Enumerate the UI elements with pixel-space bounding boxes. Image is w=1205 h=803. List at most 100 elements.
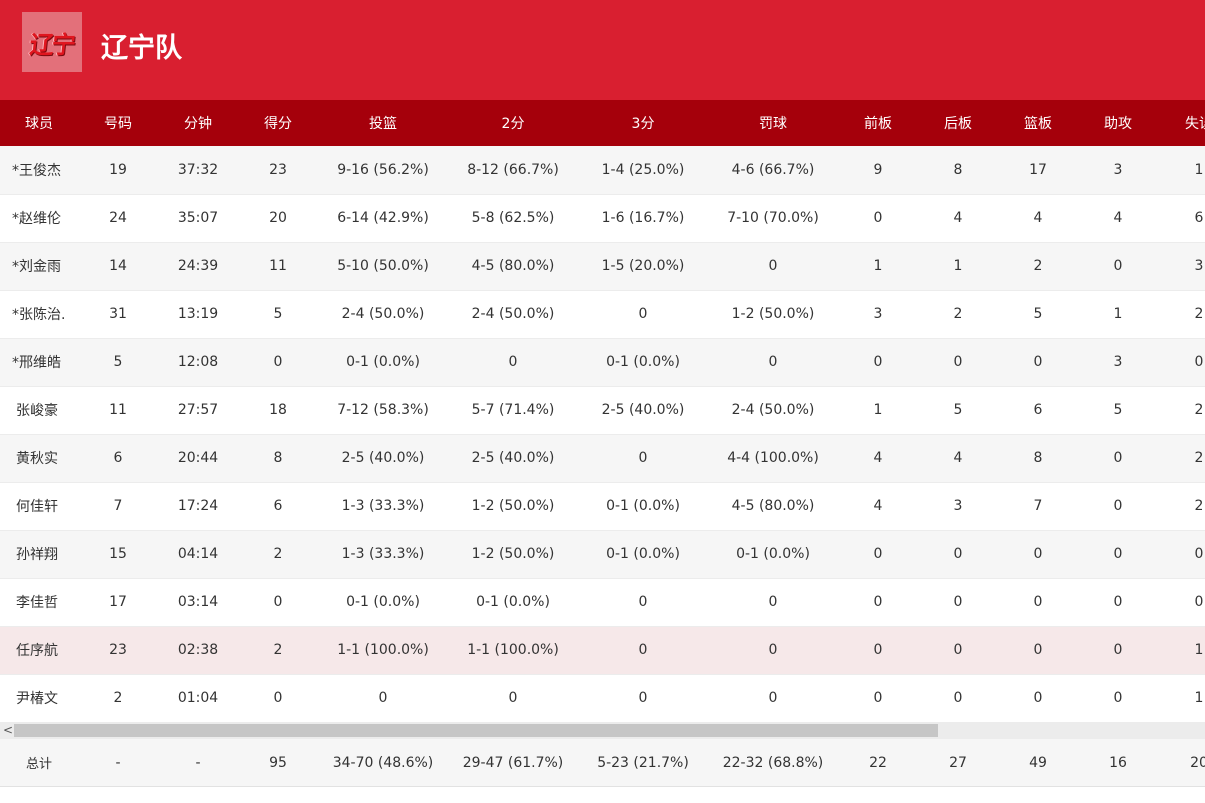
stat-cell: 4 <box>1078 194 1158 243</box>
stat-cell: 2 <box>238 530 318 579</box>
team-logo: 辽宁 <box>22 12 82 72</box>
stat-cell: 1 <box>838 386 918 435</box>
stat-cell: 0 <box>1078 482 1158 531</box>
stat-cell: 0 <box>998 338 1078 387</box>
totals-cell: 27 <box>918 739 998 786</box>
stat-cell: 11 <box>78 386 158 435</box>
stat-cell: 0 <box>838 578 918 627</box>
stat-cell: 2 <box>238 626 318 675</box>
stat-cell: 3 <box>918 482 998 531</box>
stat-cell: 1-2 (50.0%) <box>708 290 838 339</box>
stat-cell: 0 <box>1078 242 1158 291</box>
totals-row-container: 总计 - -95 34-70 (48.6%) 29-47 (61.7%) 5-23 (21… <box>0 739 1205 787</box>
column-header: 得分 <box>264 116 292 132</box>
totals-cell: 49 <box>998 739 1078 786</box>
stat-cell: 20 <box>238 194 318 243</box>
stat-cell: 4 <box>918 194 998 243</box>
stat-cell: 0 <box>708 242 838 291</box>
table-header-row: 球员 号码 分钟 得分 投篮 2分 3分 罚球 前板 后板 篮板 助攻 失误 <box>0 100 1205 146</box>
stat-cell: 0 <box>838 626 918 675</box>
totals-cell: 5-23 (21.7%) <box>578 739 708 786</box>
player-row: 任序航 23 02:38 2 1-1 (100.0%) 1-1 (100.0%) 0 0 0 0 0… <box>0 626 1205 675</box>
stat-cell: 1-6 (16.7%) <box>578 194 708 243</box>
stat-cell: 6 <box>1158 194 1205 243</box>
player-name: *邢维皓 <box>0 338 78 387</box>
stat-cell: 0 <box>1158 578 1205 627</box>
stat-cell: 11 <box>238 242 318 291</box>
stat-cell: 6 <box>78 434 158 483</box>
player-name: *张陈治. <box>0 290 78 339</box>
totals-cell: 22 <box>838 739 918 786</box>
player-row: 李佳哲 17 03:14 0 0-1 (0.0%) 0-1 (0.0%) 0 0 0 0 0 0 0 <box>0 578 1205 627</box>
stat-cell: 4 <box>838 482 918 531</box>
stat-cell: 0-1 (0.0%) <box>708 530 838 579</box>
stat-cell: 0 <box>1078 674 1158 722</box>
stat-cell: 0 <box>838 674 918 722</box>
column-header: 号码 <box>104 116 132 132</box>
stat-cell: 4-6 (66.7%) <box>708 146 838 195</box>
stat-cell: 5 <box>918 386 998 435</box>
stat-cell: 23 <box>78 626 158 675</box>
stat-cell: 3 <box>1158 242 1205 291</box>
column-header: 2分 <box>501 116 525 132</box>
stat-cell: 2-4 (50.0%) <box>318 290 448 339</box>
stat-cell: 6 <box>998 386 1078 435</box>
stat-cell: 0 <box>578 578 708 627</box>
stat-cell: 7-12 (58.3%) <box>318 386 448 435</box>
stat-cell: 5-10 (50.0%) <box>318 242 448 291</box>
stat-cell: 0 <box>918 338 998 387</box>
scroll-left-arrow-icon[interactable]: < <box>2 723 14 738</box>
stat-cell: 0 <box>578 626 708 675</box>
stat-cell: 8 <box>238 434 318 483</box>
column-header: 篮板 <box>1024 116 1052 132</box>
stat-cell: 0 <box>918 530 998 579</box>
player-row: *刘金雨 14 24:39 11 5-10 (50.0%) 4-5 (80.0%) 1-5 … <box>0 242 1205 291</box>
stat-cell: 20:44 <box>158 434 238 483</box>
player-name: 何佳轩 <box>0 482 78 531</box>
column-header: 前板 <box>864 116 892 132</box>
totals-cell: 95 <box>238 739 318 786</box>
stat-cell: 27:57 <box>158 386 238 435</box>
column-header: 罚球 <box>759 116 787 132</box>
player-name: 任序航 <box>0 626 78 675</box>
stat-cell: 1-2 (50.0%) <box>448 482 578 531</box>
stat-cell: 0 <box>998 626 1078 675</box>
totals-cell: 20 <box>1158 739 1205 786</box>
stat-cell: 2 <box>1158 482 1205 531</box>
stat-cell: 6-14 (42.9%) <box>318 194 448 243</box>
stat-cell: 1-4 (25.0%) <box>578 146 708 195</box>
stat-cell: 24 <box>78 194 158 243</box>
scrollbar-thumb[interactable] <box>14 724 938 737</box>
stat-cell: 2-5 (40.0%) <box>578 386 708 435</box>
stat-cell: 2 <box>1158 434 1205 483</box>
stat-cell: 3 <box>1078 146 1158 195</box>
stat-cell: 1-3 (33.3%) <box>318 482 448 531</box>
stat-cell: 0 <box>238 578 318 627</box>
stat-cell: 2 <box>1158 386 1205 435</box>
stat-cell: 17 <box>998 146 1078 195</box>
horizontal-scrollbar[interactable]: < <box>0 722 1205 739</box>
stat-cell: 4 <box>838 434 918 483</box>
stat-cell: 0 <box>918 578 998 627</box>
totals-row: 总计 - -95 34-70 (48.6%) 29-47 (61.7%) 5-23 (21… <box>0 739 1205 786</box>
stat-cell: 4-5 (80.0%) <box>708 482 838 531</box>
stat-cell: 18 <box>238 386 318 435</box>
stat-cell: 5 <box>998 290 1078 339</box>
stat-cell: 0 <box>578 290 708 339</box>
player-name: 李佳哲 <box>0 578 78 627</box>
stat-cell: 4-5 (80.0%) <box>448 242 578 291</box>
totals-cell: - <box>78 739 158 786</box>
stat-cell: 03:14 <box>158 578 238 627</box>
stat-cell: 8 <box>918 146 998 195</box>
stat-cell: 0 <box>918 626 998 675</box>
stat-cell: 0 <box>918 674 998 722</box>
stat-cell: 0 <box>578 674 708 722</box>
stat-cell: 0 <box>708 626 838 675</box>
stat-cell: 14 <box>78 242 158 291</box>
totals-cell: 34-70 (48.6%) <box>318 739 448 786</box>
stat-cell: 7 <box>78 482 158 531</box>
stat-cell: 9-16 (56.2%) <box>318 146 448 195</box>
stat-cell: 0 <box>318 674 448 722</box>
column-header: 助攻 <box>1104 116 1132 132</box>
stat-cell: 2 <box>78 674 158 722</box>
